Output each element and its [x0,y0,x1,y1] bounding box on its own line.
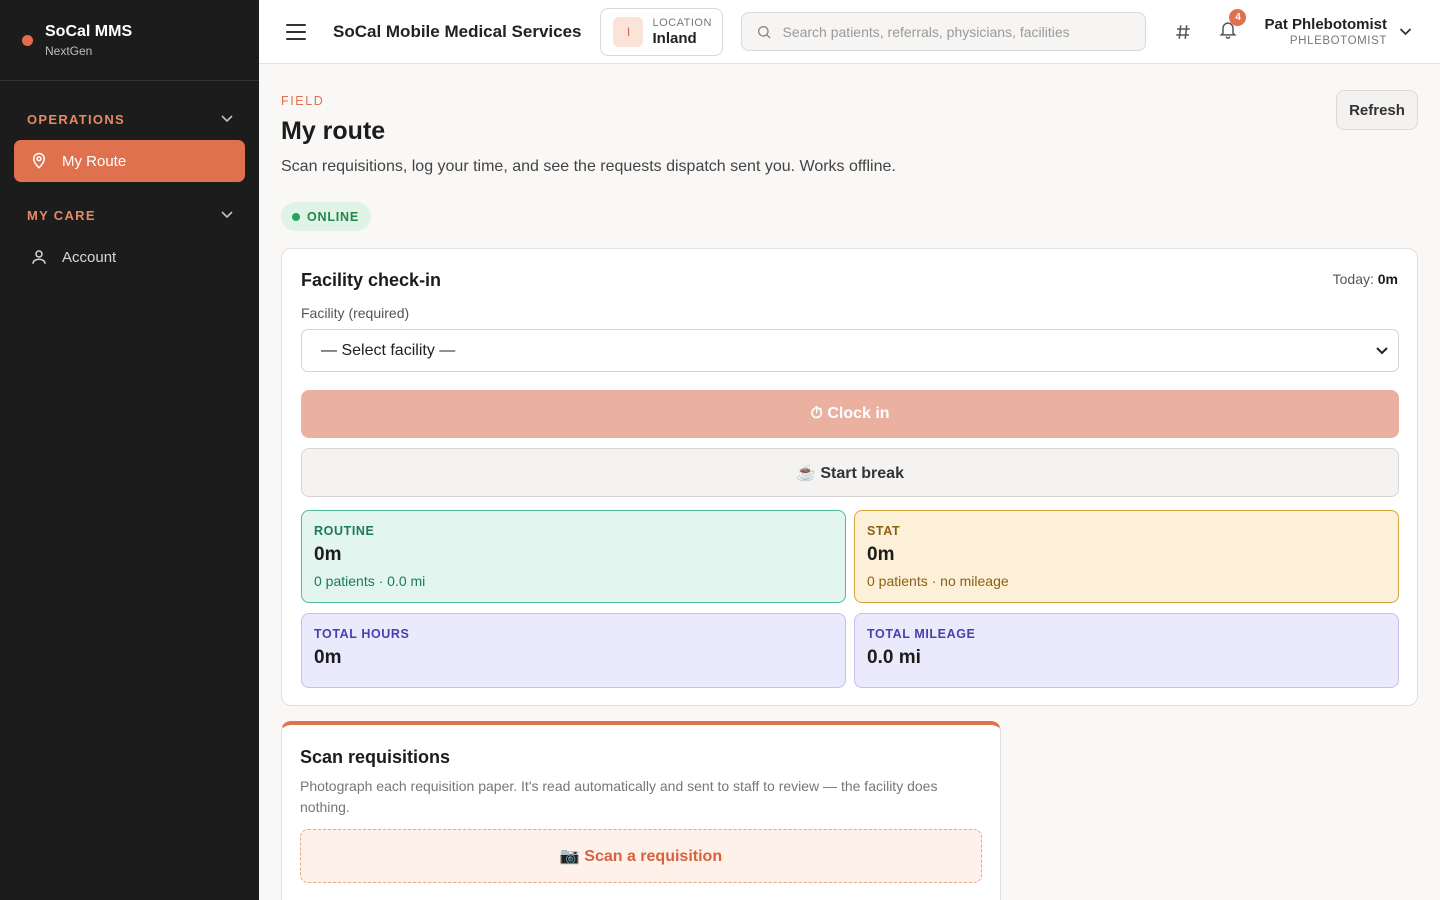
location-badge: I [613,16,644,47]
section-operations[interactable]: OPERATIONS [0,101,259,137]
facility-select[interactable]: — Select facility — [301,329,1399,372]
scan-description: Photograph each requisition paper. It's … [300,778,938,815]
chevron-down-icon [221,115,233,123]
user-name: Pat Phlebotomist [1264,16,1387,33]
user-role: PHLEBOTOMIST [1289,35,1387,47]
section-my-care-label: MY CARE [27,207,96,223]
location-label: LOCATION [652,16,712,29]
status-label: ONLINE [307,209,360,224]
notification-count-badge: 4 [1229,9,1247,26]
sidebar: SoCal MMS NextGen OPERATIONS My Route MY… [0,0,259,900]
start-break-button[interactable]: ☕ Start break [301,448,1399,497]
facility-checkin-card: Facility check-in Today: 0m Facility (re… [281,248,1418,706]
sidebar-item-label: Account [62,248,117,266]
page-eyebrow: FIELD [281,94,325,108]
top-bar: SoCal Mobile Medical Services I LOCATION… [259,0,1440,64]
page-subtitle: Scan requisitions, log your time, and se… [281,158,896,175]
app-title: SoCal Mobile Medical Services [333,21,582,41]
total-mileage-label: TOTAL MILEAGE [867,627,976,641]
sidebar-item-account[interactable]: Account [14,236,245,278]
today-total: Today: 0m [1333,271,1398,287]
total-mileage-card: TOTAL MILEAGE 0.0 mi [854,613,1399,688]
hash-icon[interactable] [1174,23,1192,41]
chevron-down-icon [1376,346,1388,354]
search-input[interactable] [782,23,1133,40]
scan-requisition-button[interactable]: 📷 Scan a requisition [300,829,982,883]
section-my-care[interactable]: MY CARE [0,197,259,233]
routine-value: 0m [314,544,342,565]
facility-select-value: — Select facility — [321,341,456,359]
location-value: Inland [652,29,697,47]
user-icon [32,250,46,264]
chevron-down-icon[interactable] [1399,27,1412,36]
total-hours-card: TOTAL HOURS 0m [301,613,846,688]
section-operations-label: OPERATIONS [27,111,125,127]
brand-name: SoCal MMS [45,22,133,40]
sidebar-item-my-route[interactable]: My Route [14,140,245,182]
page-title: My route [281,117,386,145]
refresh-button[interactable]: Refresh [1336,90,1418,130]
map-pin-icon [32,152,46,169]
stat-label: STAT [867,524,901,538]
facility-field-label: Facility (required) [301,305,410,321]
location-switcher[interactable]: I LOCATION Inland [600,7,724,56]
routine-stat-card: ROUTINE 0m 0 patients · 0.0 mi [301,510,846,603]
stat-detail: 0 patients · no mileage [867,573,1009,589]
scan-title: Scan requisitions [300,747,451,767]
today-label: Today: [1332,271,1374,287]
notifications-button[interactable]: 4 [1218,9,1247,44]
routine-label: ROUTINE [314,524,375,538]
stat-value: 0m [867,544,895,565]
total-hours-label: TOTAL HOURS [314,627,410,641]
chevron-down-icon [221,211,233,219]
sidebar-item-label: My Route [62,152,127,170]
online-dot-icon [292,212,300,221]
today-value: 0m [1377,271,1398,287]
scan-requisitions-card: Scan requisitions Photograph each requis… [281,721,1001,900]
total-mileage-value: 0.0 mi [867,647,921,668]
menu-icon[interactable] [286,23,306,40]
total-hours-value: 0m [314,647,342,668]
stat-stat-card: STAT 0m 0 patients · no mileage [854,510,1399,603]
search-box[interactable] [741,12,1147,51]
search-icon [758,25,771,38]
user-menu[interactable]: Pat Phlebotomist PHLEBOTOMIST [1264,16,1387,47]
clock-in-button[interactable]: ⏱ Clock in [301,390,1399,438]
brand-dot-icon [22,34,33,46]
status-badge: ONLINE [281,202,372,231]
checkin-title: Facility check-in [301,270,442,290]
brand[interactable]: SoCal MMS NextGen [0,0,259,81]
brand-subtitle: NextGen [45,43,93,58]
routine-detail: 0 patients · 0.0 mi [314,573,426,589]
